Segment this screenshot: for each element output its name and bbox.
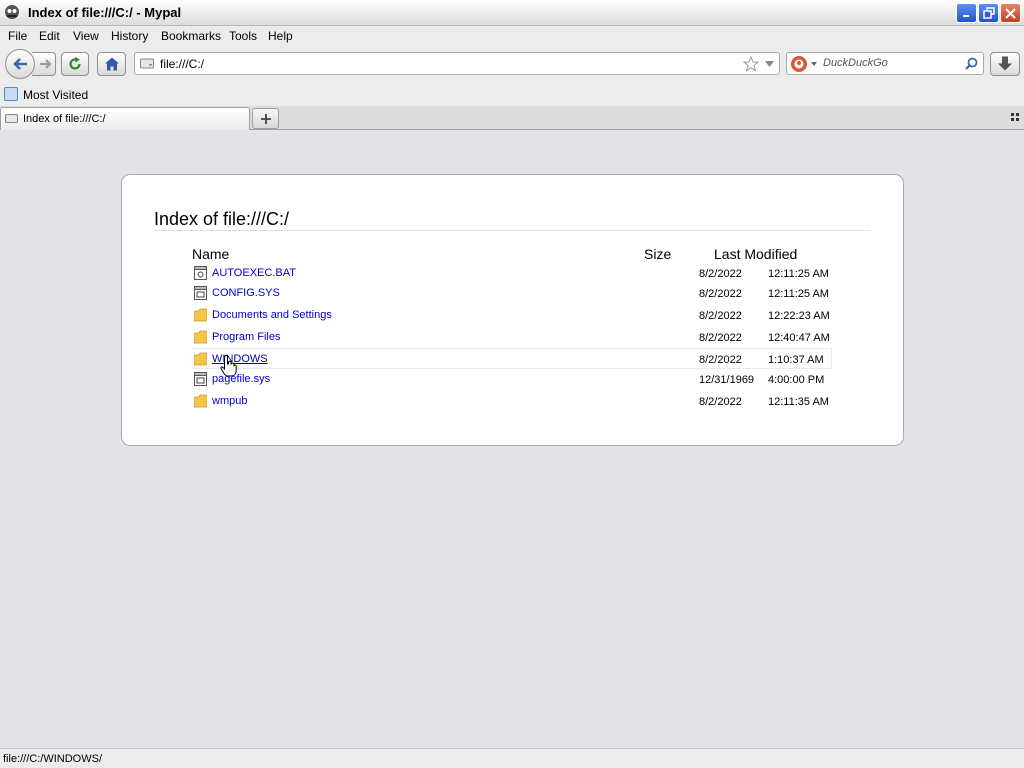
url-text[interactable]: file:///C:/ <box>160 57 204 71</box>
bat-file-icon <box>194 266 207 280</box>
forward-button[interactable] <box>32 52 56 76</box>
menu-help[interactable]: Help <box>268 29 293 43</box>
reload-button[interactable] <box>61 52 89 76</box>
folder-icon <box>194 352 207 366</box>
tab-strip: Index of file:///C:/ <box>0 106 1024 130</box>
drive-icon <box>140 58 154 69</box>
download-arrow-icon <box>998 56 1012 71</box>
folder-icon <box>194 394 207 408</box>
url-dropdown-icon[interactable] <box>765 61 774 67</box>
minimize-icon <box>962 15 969 17</box>
hand-cursor-icon <box>220 355 237 377</box>
forward-arrow-icon <box>39 59 52 69</box>
menu-history[interactable]: History <box>111 29 148 43</box>
column-header-name[interactable]: Name <box>192 246 229 262</box>
close-button[interactable] <box>1000 3 1021 23</box>
sys-file-icon <box>194 286 207 300</box>
status-bar: file:///C:/WINDOWS/ <box>0 748 1024 768</box>
menu-bookmarks[interactable]: Bookmarks <box>161 29 221 43</box>
minimize-button[interactable] <box>956 3 977 23</box>
back-button[interactable] <box>5 49 35 79</box>
duckduckgo-icon[interactable] <box>791 56 807 72</box>
menu-file[interactable]: File <box>8 29 27 43</box>
modified-time: 12:11:25 AM <box>768 268 829 280</box>
list-all-tabs-icon[interactable] <box>1011 113 1020 122</box>
most-visited-icon <box>4 87 18 101</box>
folder-link[interactable]: wmpub <box>212 395 247 407</box>
table-row-hovered[interactable]: WINDOWS 8/2/2022 1:10:37 AM <box>192 348 832 369</box>
menu-edit[interactable]: Edit <box>39 29 60 43</box>
folder-link[interactable]: Documents and Settings <box>212 309 332 321</box>
column-header-last-modified[interactable]: Last Modified <box>714 246 797 262</box>
table-row[interactable]: Program Files 8/2/2022 12:40:47 AM <box>192 327 832 348</box>
table-row[interactable]: wmpub 8/2/2022 12:11:35 AM <box>192 391 832 412</box>
table-row[interactable]: CONFIG.SYS 8/2/2022 12:11:25 AM <box>192 283 832 304</box>
home-button[interactable] <box>97 52 126 76</box>
search-icon[interactable] <box>965 57 978 70</box>
page-content: Index of file:///C:/ Name Size Last Modi… <box>0 131 1024 748</box>
sys-file-icon <box>194 372 207 386</box>
status-text: file:///C:/WINDOWS/ <box>3 753 102 765</box>
folder-icon <box>194 330 207 344</box>
menu-view[interactable]: View <box>73 29 99 43</box>
menu-tools[interactable]: Tools <box>229 29 257 43</box>
menu-bar: File Edit View History Bookmarks Tools H… <box>0 26 1024 46</box>
back-arrow-icon <box>13 58 27 70</box>
restore-icon <box>982 7 995 19</box>
navigation-toolbar: file:///C:/ <box>0 46 1024 84</box>
close-icon <box>1005 7 1016 19</box>
modified-date: 8/2/2022 <box>699 288 742 300</box>
title-bar: Index of file:///C:/ - Mypal <box>0 0 1024 26</box>
modified-time: 12:40:47 AM <box>768 332 830 344</box>
column-header-size[interactable]: Size <box>644 246 671 262</box>
search-input[interactable] <box>823 57 963 69</box>
file-link[interactable]: AUTOEXEC.BAT <box>212 267 296 279</box>
modified-time: 1:10:37 AM <box>768 354 824 366</box>
modified-time: 4:00:00 PM <box>768 374 825 386</box>
modified-date: 8/2/2022 <box>699 354 742 366</box>
bookmark-most-visited[interactable]: Most Visited <box>23 88 88 102</box>
home-icon <box>104 57 119 71</box>
tab-label: Index of file:///C:/ <box>23 113 106 125</box>
engine-dropdown-icon[interactable] <box>811 62 817 66</box>
modified-time: 12:11:35 AM <box>768 396 829 408</box>
folder-link[interactable]: Program Files <box>212 331 280 343</box>
directory-listing-box: Index of file:///C:/ Name Size Last Modi… <box>121 174 904 446</box>
search-bar[interactable] <box>786 52 984 75</box>
page-title: Index of file:///C:/ <box>154 209 290 229</box>
new-tab-button[interactable] <box>252 108 279 129</box>
bookmark-star-icon[interactable] <box>743 56 759 72</box>
tab-index-of-c[interactable]: Index of file:///C:/ <box>0 107 250 130</box>
title-divider <box>154 230 870 231</box>
restore-button[interactable] <box>978 3 999 23</box>
table-row[interactable]: Documents and Settings 8/2/2022 12:22:23… <box>192 305 832 326</box>
modified-date: 8/2/2022 <box>699 310 742 322</box>
downloads-button[interactable] <box>990 52 1020 76</box>
file-link[interactable]: CONFIG.SYS <box>212 287 280 299</box>
folder-icon <box>194 308 207 322</box>
modified-date: 8/2/2022 <box>699 332 742 344</box>
modified-time: 12:22:23 AM <box>768 310 830 322</box>
reload-icon <box>69 57 81 70</box>
table-row[interactable]: pagefile.sys 12/31/1969 4:00:00 PM <box>192 369 832 390</box>
modified-date: 8/2/2022 <box>699 396 742 408</box>
mypal-app-icon <box>5 5 19 19</box>
modified-date: 8/2/2022 <box>699 268 742 280</box>
bookmarks-toolbar: Most Visited <box>0 84 1024 106</box>
table-row[interactable]: AUTOEXEC.BAT 8/2/2022 12:11:25 AM <box>192 263 832 284</box>
plus-icon <box>261 114 271 124</box>
modified-date: 12/31/1969 <box>699 374 755 386</box>
modified-time: 12:11:25 AM <box>768 288 829 300</box>
url-bar[interactable]: file:///C:/ <box>134 52 780 75</box>
window-title: Index of file:///C:/ - Mypal <box>28 5 182 20</box>
drive-icon <box>5 114 18 123</box>
